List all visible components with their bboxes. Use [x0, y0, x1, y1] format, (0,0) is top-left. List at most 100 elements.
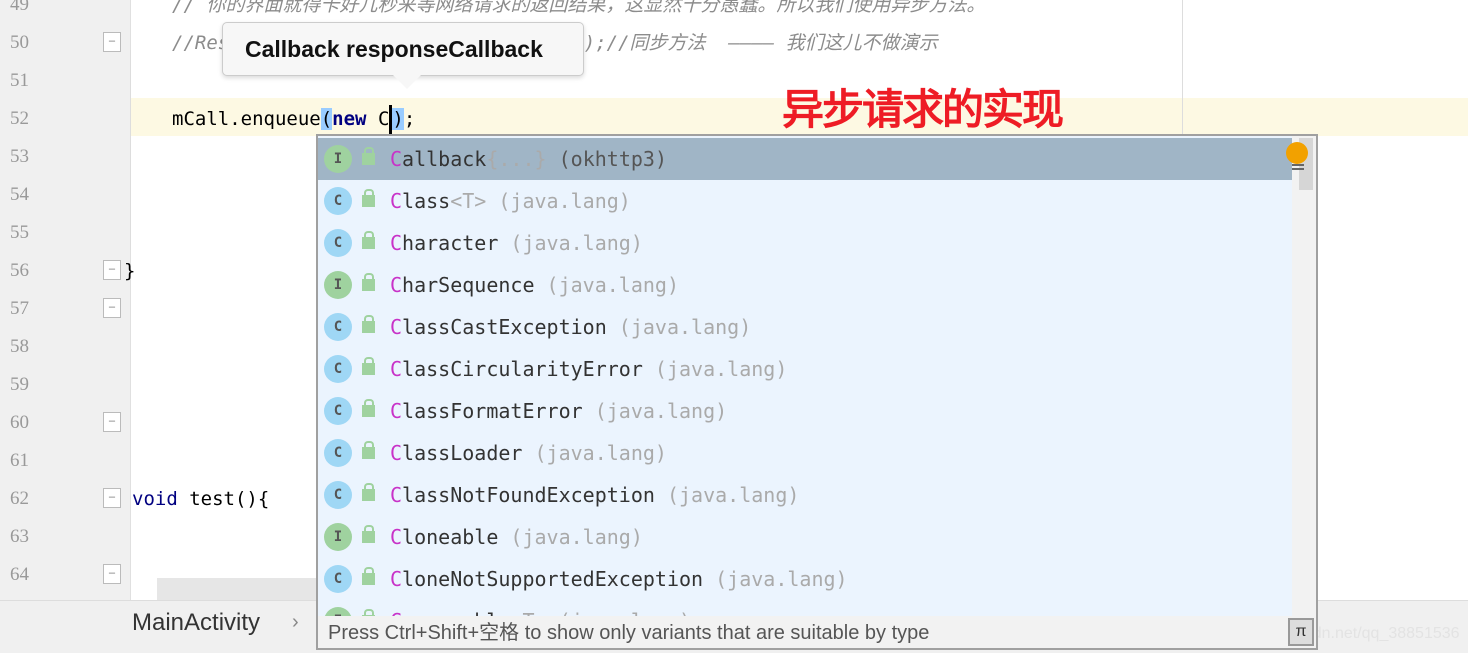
item-package: (java.lang) [546, 273, 679, 297]
code-line-62[interactable]: void test(){ [132, 480, 269, 518]
popup-scrollbar[interactable] [1292, 136, 1316, 616]
keyword-void: void [132, 488, 178, 510]
code-line-56[interactable]: } [124, 252, 135, 290]
line-number: 57 [10, 298, 29, 319]
line-number: 52 [10, 108, 29, 129]
public-access-icon [362, 315, 375, 333]
completion-item[interactable]: C ClassLoader (java.lang) [318, 432, 1292, 474]
code-text: ; [403, 108, 416, 130]
item-package: (java.lang) [594, 399, 728, 423]
item-label: CharSequence (java.lang) [390, 264, 679, 306]
code-line-52[interactable]: mCall.enqueue(new C); [172, 100, 415, 138]
item-label: Class<T> (java.lang) [390, 180, 631, 222]
class-icon: C [324, 565, 352, 593]
matched-brace: ) [392, 108, 404, 130]
fold-marker[interactable]: − [103, 298, 121, 318]
class-icon: C [324, 439, 352, 467]
completion-item[interactable]: I Callback{...} (okhttp3) [318, 138, 1292, 180]
class-icon: C [324, 187, 352, 215]
item-label: ClassFormatError (java.lang) [390, 390, 727, 432]
item-package: (java.lang) [618, 315, 752, 339]
item-name: ClassFormatError [390, 399, 583, 423]
item-package: (java.lang) [715, 567, 848, 591]
completion-popup: I Callback{...} (okhttp3) C Class<T> (java.… [316, 134, 1318, 650]
item-package: (java.lang) [510, 525, 643, 549]
item-name: ClassCircularityError [390, 357, 643, 381]
line-number: 53 [10, 146, 29, 167]
lightbulb-icon[interactable] [1286, 142, 1308, 164]
completion-item[interactable]: C Class<T> (java.lang) [318, 180, 1292, 222]
line-number: 62 [10, 488, 29, 509]
code-text: mCall.enqueue [172, 108, 321, 130]
item-suffix: <T> [450, 189, 487, 213]
item-label: CloneNotSupportedException (java.lang) [390, 558, 848, 600]
line-number: 54 [10, 184, 29, 205]
horizontal-scrollbar[interactable] [157, 578, 317, 600]
item-package: (java.lang) [666, 483, 800, 507]
parameter-info-tooltip: Callback responseCallback [222, 22, 584, 89]
line-number: 64 [10, 564, 29, 585]
right-margin-guide [1182, 0, 1183, 135]
completion-hint: Press Ctrl+Shift+空格 to show only variant… [318, 616, 1316, 648]
completion-item[interactable]: C ClassFormatError (java.lang) [318, 390, 1292, 432]
annotation-label: 异步请求的实现 [782, 85, 1064, 134]
completion-item[interactable]: C Character (java.lang) [318, 222, 1292, 264]
item-label: ClassCastException (java.lang) [390, 306, 751, 348]
public-access-icon [362, 399, 375, 417]
fold-marker[interactable]: − [103, 488, 121, 508]
code-line-49[interactable]: // 你的界面就得卡好几秒来等网络请求的返回结果，这显然十分愚蠢。所以我们使用异… [172, 0, 985, 24]
item-name: Callback [390, 147, 487, 171]
line-number: 61 [10, 450, 29, 471]
item-name: ClassLoader [390, 441, 523, 465]
public-access-icon [362, 273, 375, 291]
public-access-icon [362, 231, 375, 249]
line-number: 58 [10, 336, 29, 357]
completion-item[interactable]: I CharSequence (java.lang) [318, 264, 1292, 306]
item-name: Cloneable [390, 525, 499, 549]
fold-marker[interactable]: − [103, 32, 121, 52]
item-label: Cloneable (java.lang) [390, 516, 643, 558]
completion-item[interactable]: C ClassCircularityError (java.lang) [318, 348, 1292, 390]
public-access-icon [362, 147, 375, 165]
item-label: ClassNotFoundException (java.lang) [390, 474, 799, 516]
line-number: 55 [10, 222, 29, 243]
item-package: (java.lang) [654, 357, 788, 381]
typed-text: C [366, 108, 390, 130]
class-icon: C [324, 397, 352, 425]
class-icon: C [324, 355, 352, 383]
code-text: test(){ [177, 488, 270, 510]
public-access-icon [362, 357, 375, 375]
item-package: (java.lang) [534, 441, 667, 465]
line-number: 56 [10, 260, 29, 281]
class-icon: C [324, 481, 352, 509]
line-number: 50 [10, 32, 29, 53]
class-icon: C [324, 313, 352, 341]
breadcrumb-mainactivity[interactable]: MainActivity [132, 609, 260, 637]
completion-item[interactable]: I Cloneable (java.lang) [318, 516, 1292, 558]
completion-item[interactable]: C CloneNotSupportedException (java.lang) [318, 558, 1292, 600]
item-label: Callback{...} (okhttp3) [390, 138, 667, 180]
indent-guide [130, 50, 131, 250]
public-access-icon [362, 525, 375, 543]
completion-item[interactable]: C ClassCastException (java.lang) [318, 306, 1292, 348]
class-icon: C [324, 229, 352, 257]
keyword-new: new [332, 108, 367, 130]
item-name: ClassNotFoundException [390, 483, 655, 507]
fold-marker[interactable]: − [103, 260, 121, 280]
item-package: (java.lang) [498, 189, 631, 213]
interface-icon: I [324, 145, 352, 173]
item-name: Class [390, 189, 451, 213]
item-name: CharSequence [390, 273, 535, 297]
completion-item[interactable]: C ClassNotFoundException (java.lang) [318, 474, 1292, 516]
line-number: 63 [10, 526, 29, 547]
interface-icon: I [324, 523, 352, 551]
fold-marker[interactable]: − [103, 564, 121, 584]
fold-marker[interactable]: − [103, 412, 121, 432]
lightbulb-base [1292, 164, 1304, 170]
line-number: 60 [10, 412, 29, 433]
matched-brace: ( [320, 108, 333, 130]
item-package: (okhttp3) [558, 147, 667, 171]
interface-icon: I [324, 271, 352, 299]
item-label: ClassCircularityError (java.lang) [390, 348, 787, 390]
pin-icon[interactable]: π [1288, 618, 1314, 646]
